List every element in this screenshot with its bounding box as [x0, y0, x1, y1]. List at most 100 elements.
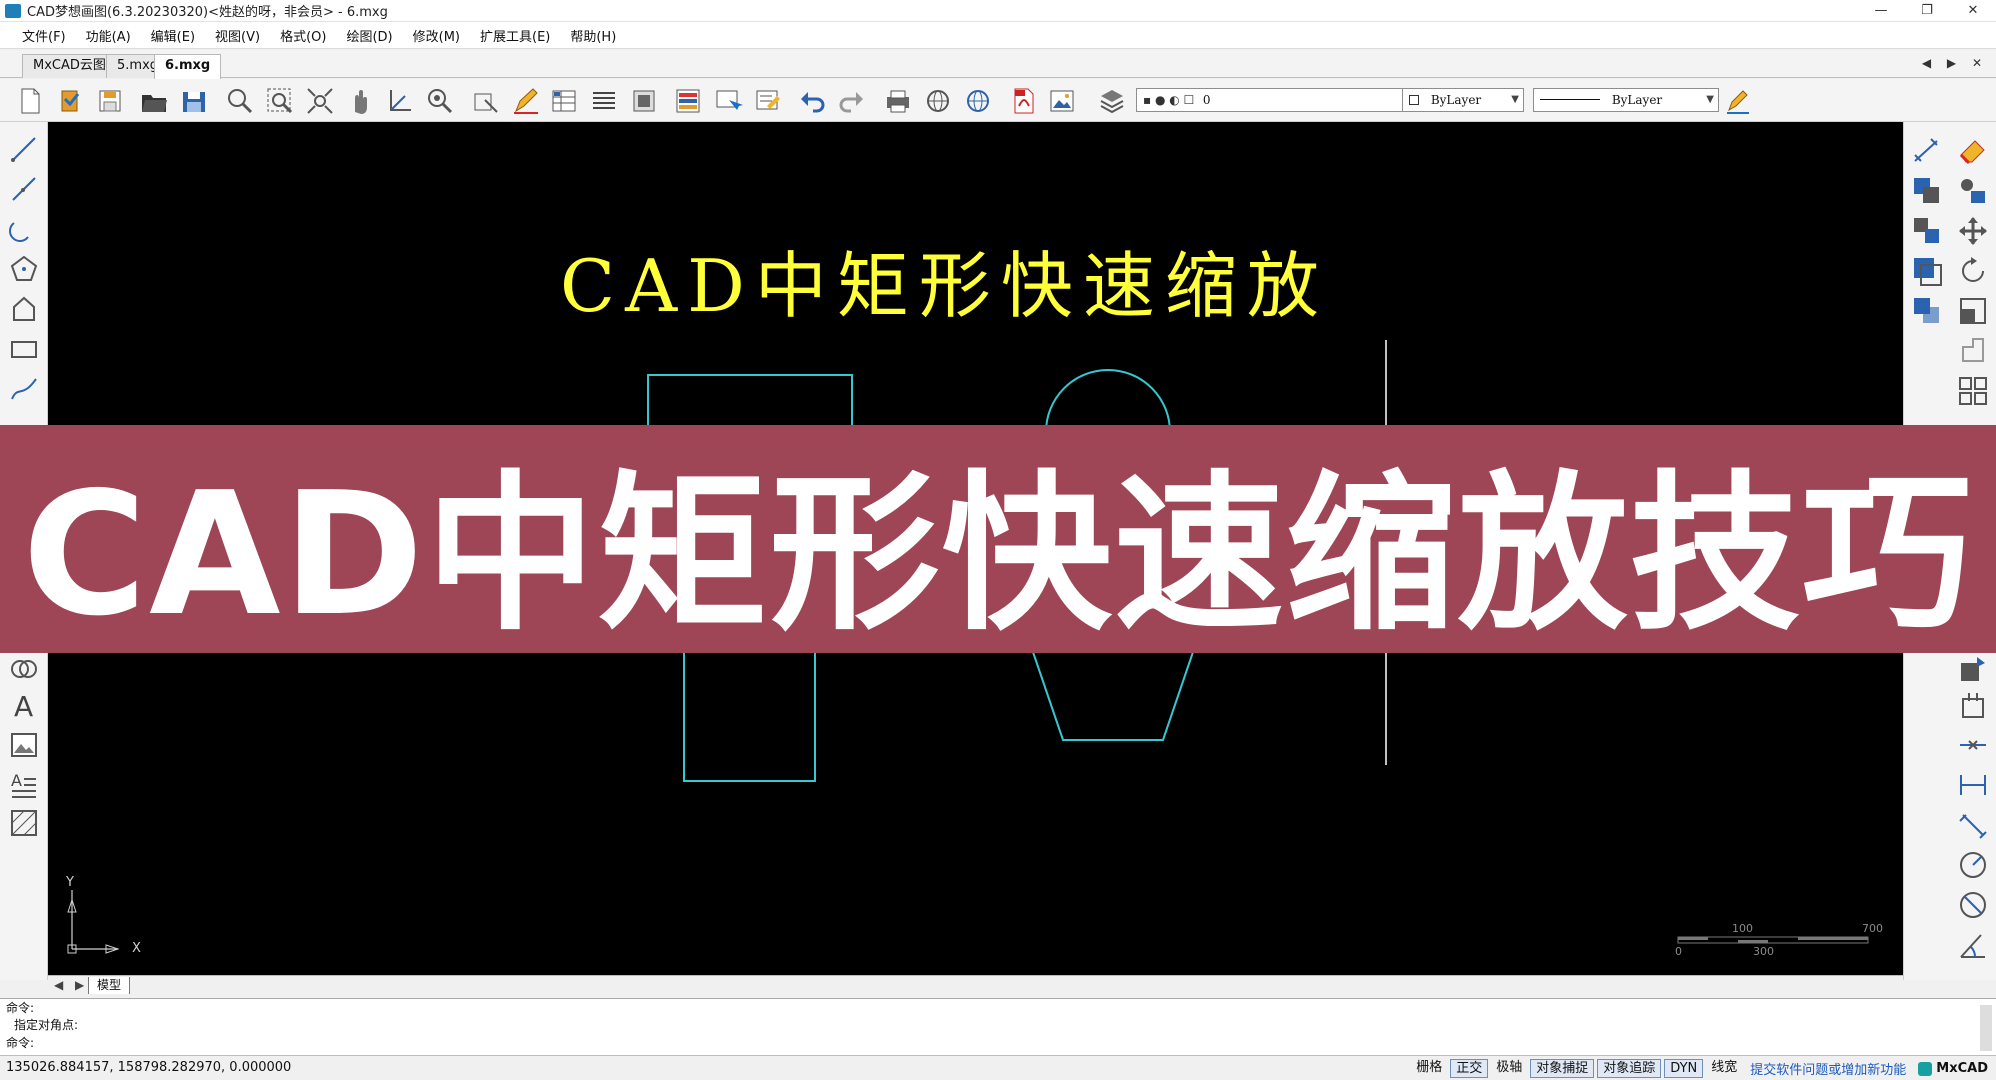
svg-text:A: A [14, 690, 33, 721]
select-window-icon[interactable] [712, 85, 744, 117]
diameter-dimension-icon[interactable] [1956, 888, 1990, 922]
layer-list-icon[interactable] [588, 85, 620, 117]
zoom-window-icon[interactable] [264, 85, 296, 117]
break-icon[interactable] [1956, 688, 1990, 722]
cursor-coordinates: 135026.884157, 158798.282970, 0.000000 [6, 1060, 292, 1075]
layout-tab-navigation[interactable]: ◀ ▶ [54, 978, 88, 992]
command-prompt[interactable]: 命令: [6, 1035, 34, 1052]
pdf-export-icon[interactable] [1008, 85, 1040, 117]
layer-dropdown[interactable]: ▪ ● ◐ ☐ 0 ▼ [1136, 88, 1430, 112]
tab-mxcad-cloud[interactable]: MxCAD云图 [22, 54, 117, 78]
mxcad-brand[interactable]: MxCAD [1918, 1061, 1988, 1076]
menu-format[interactable]: 格式(O) [270, 26, 336, 45]
color-dropdown[interactable]: ByLayer ▼ [1402, 88, 1524, 112]
save-icon[interactable] [94, 85, 126, 117]
mirror-objects-icon[interactable] [1910, 214, 1944, 248]
grid-array-icon[interactable] [1956, 374, 1990, 408]
rectangle-tool-icon[interactable] [7, 332, 41, 366]
lineweight-pen-icon[interactable] [1722, 85, 1754, 117]
pan-hand-icon[interactable] [344, 85, 376, 117]
linetype-dropdown-value: ByLayer [1611, 93, 1663, 107]
polyline-tool-icon[interactable] [7, 172, 41, 206]
toggle-polar[interactable]: 极轴 [1491, 1059, 1527, 1078]
cad-arch-shape [1045, 369, 1171, 433]
dimension-aligned-icon[interactable] [1910, 134, 1944, 168]
array-objects-icon[interactable] [1910, 294, 1944, 328]
print-icon[interactable] [882, 85, 914, 117]
aligned-dimension-icon[interactable] [1956, 808, 1990, 842]
zoom-extents-icon[interactable] [304, 85, 336, 117]
linetype-preview [1540, 99, 1600, 100]
ucs-axis-icon[interactable] [384, 85, 416, 117]
move-icon[interactable] [1956, 214, 1990, 248]
toggle-dyn[interactable]: DYN [1664, 1059, 1704, 1078]
save-as-icon[interactable] [178, 85, 210, 117]
offset-objects-icon[interactable] [1910, 254, 1944, 288]
command-scrollbar[interactable] [1980, 1005, 1992, 1051]
explode-icon[interactable] [1956, 652, 1990, 686]
polygon-tool-icon[interactable] [7, 252, 41, 286]
open-template-icon[interactable] [54, 85, 86, 117]
restore-button[interactable]: ❐ [1904, 0, 1950, 22]
arc-tool-icon[interactable] [7, 212, 41, 246]
new-file-icon[interactable] [14, 85, 46, 117]
open-folder-icon[interactable] [138, 85, 170, 117]
mtext-tool-icon[interactable]: A [7, 768, 41, 802]
linear-dimension-icon[interactable] [1956, 768, 1990, 802]
menu-extensions[interactable]: 扩展工具(E) [470, 26, 560, 45]
undo-icon[interactable] [796, 85, 828, 117]
menu-help[interactable]: 帮助(H) [560, 26, 626, 45]
toggle-grid[interactable]: 栅格 [1411, 1059, 1447, 1078]
hatch-tool-icon[interactable] [7, 806, 41, 840]
mxcad-brand-label: MxCAD [1936, 1061, 1988, 1076]
properties-table-icon[interactable] [548, 85, 580, 117]
pentagon-tool-icon[interactable] [7, 292, 41, 326]
join-icon[interactable] [1956, 728, 1990, 762]
copy-objects-icon[interactable] [1910, 174, 1944, 208]
menu-modify[interactable]: 修改(M) [403, 26, 470, 45]
command-history-line: 命令: [6, 1001, 35, 1015]
design-center-icon[interactable] [672, 85, 704, 117]
quick-select-icon[interactable] [752, 85, 784, 117]
redo-icon[interactable] [836, 85, 868, 117]
block-icon[interactable] [628, 85, 660, 117]
tab-6-mxg[interactable]: 6.mxg [154, 54, 222, 79]
web-globe-icon[interactable] [922, 85, 954, 117]
image-insert-icon[interactable] [7, 728, 41, 762]
radius-dimension-icon[interactable] [1956, 848, 1990, 882]
feedback-link[interactable]: 提交软件问题或增加新功能 [1750, 1059, 1906, 1078]
scale-icon[interactable] [1956, 294, 1990, 328]
spline-tool-icon[interactable] [7, 372, 41, 406]
image-export-icon[interactable] [1046, 85, 1078, 117]
zoom-previous-icon[interactable] [424, 85, 456, 117]
tab-navigation[interactable]: ◀ ▶ ✕ [1922, 56, 1988, 70]
menu-view[interactable]: 视图(V) [205, 26, 270, 45]
ucs-x-label: X [132, 941, 141, 956]
menu-edit[interactable]: 编辑(E) [141, 26, 205, 45]
command-window[interactable]: 命令: 指定对角点: 命令: [0, 998, 1996, 1055]
region-tool-icon[interactable] [7, 652, 41, 686]
linetype-dropdown[interactable]: ByLayer ▼ [1533, 88, 1719, 112]
layer-manager-icon[interactable] [1096, 85, 1128, 117]
move-group-icon[interactable] [1956, 174, 1990, 208]
toggle-ortho[interactable]: 正交 [1450, 1059, 1489, 1078]
web-publish-icon[interactable] [962, 85, 994, 117]
angular-dimension-icon[interactable] [1956, 928, 1990, 962]
line-tool-icon[interactable] [7, 132, 41, 166]
close-button[interactable]: ✕ [1950, 0, 1996, 22]
menu-function[interactable]: 功能(A) [76, 26, 141, 45]
tab-model[interactable]: 模型 [88, 977, 131, 994]
match-properties-icon[interactable] [470, 85, 502, 117]
rotate-icon[interactable] [1956, 254, 1990, 288]
zoom-realtime-icon[interactable] [224, 85, 256, 117]
toggle-object-track[interactable]: 对象追踪 [1597, 1059, 1662, 1078]
menu-file[interactable]: 文件(F) [12, 26, 76, 45]
menu-draw[interactable]: 绘图(D) [336, 26, 402, 45]
text-tool-icon[interactable]: A [7, 688, 41, 722]
erase-icon[interactable] [1956, 134, 1990, 168]
stretch-icon[interactable] [1956, 334, 1990, 368]
minimize-button[interactable]: — [1858, 0, 1904, 22]
toggle-object-snap[interactable]: 对象捕捉 [1530, 1059, 1595, 1078]
pen-edit-icon[interactable] [510, 85, 542, 117]
toggle-lineweight[interactable]: 线宽 [1706, 1059, 1742, 1078]
